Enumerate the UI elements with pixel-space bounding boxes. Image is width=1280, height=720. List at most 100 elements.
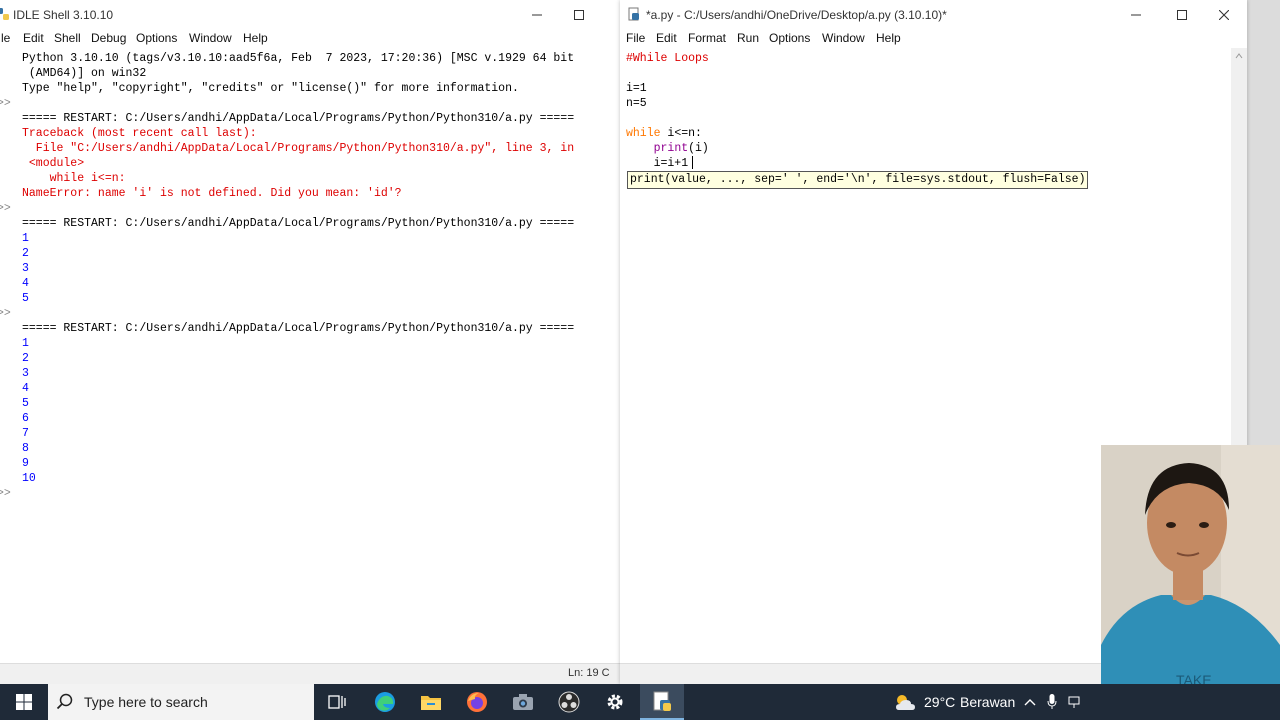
taskbar-app-edge[interactable] xyxy=(366,684,404,720)
taskbar-app-obs[interactable] xyxy=(550,684,588,720)
shell-output-line: 8 xyxy=(22,442,29,455)
shell-line: ===== RESTART: C:/Users/andhi/AppData/Lo… xyxy=(22,112,575,125)
shell-prompt: >> xyxy=(0,307,11,320)
shell-line: Python 3.10.10 (tags/v3.10.10:aad5f6a, F… xyxy=(22,52,575,65)
taskbar-app-settings[interactable] xyxy=(596,684,634,720)
firefox-icon xyxy=(467,692,487,712)
shell-output-line: 5 xyxy=(22,292,29,305)
shell-line: (AMD64)] on win32 xyxy=(22,67,147,80)
shell-prompt: >> xyxy=(0,202,11,215)
chevron-up-icon xyxy=(1024,699,1036,706)
shell-error-line: <module> xyxy=(22,157,85,170)
shell-output-line: 4 xyxy=(22,382,29,395)
taskbar-app-camera[interactable] xyxy=(504,684,542,720)
shell-error-line: File "C:/Users/andhi/AppData/Local/Progr… xyxy=(22,142,575,155)
weather-widget[interactable] xyxy=(890,684,920,720)
editor-menu-run[interactable]: Run xyxy=(737,31,759,45)
shell-menu-edit[interactable]: Edit xyxy=(23,31,44,45)
camera-icon xyxy=(513,694,533,710)
code-token: n=5 xyxy=(626,97,647,110)
shell-line-column: Ln: 19 C xyxy=(568,667,610,679)
code-line: i=1 xyxy=(626,81,647,96)
shell-titlebar[interactable]: IDLE Shell 3.10.10 xyxy=(0,0,620,29)
code-token: #While Loops xyxy=(626,52,709,65)
code-token: i=i+1 xyxy=(626,157,689,170)
obs-icon xyxy=(558,691,580,713)
weather-temperature[interactable]: 29°C xyxy=(924,694,955,710)
windows-taskbar: Type here to search 29°C Berawan xyxy=(0,684,1280,720)
shell-output-line: 9 xyxy=(22,457,29,470)
file-explorer-icon xyxy=(421,696,441,710)
editor-menu-window[interactable]: Window xyxy=(822,31,865,45)
shell-menu-debug[interactable]: Debug xyxy=(91,31,126,45)
taskbar-search-box[interactable]: Type here to search xyxy=(48,684,314,720)
editor-menu-edit[interactable]: Edit xyxy=(656,31,677,45)
editor-menu-help[interactable]: Help xyxy=(876,31,901,45)
idle-shell-window[interactable]: IDLE Shell 3.10.10 le Edit Shell Debug O… xyxy=(0,0,621,684)
network-icon xyxy=(1068,696,1080,708)
scroll-up-icon[interactable] xyxy=(1231,50,1247,62)
editor-menu-format[interactable]: Format xyxy=(688,31,726,45)
settings-icon xyxy=(607,694,623,710)
python-file-icon xyxy=(628,7,639,21)
task-view-button[interactable] xyxy=(318,684,356,720)
code-token: while xyxy=(626,127,661,140)
shell-output-line: 3 xyxy=(22,262,29,275)
taskbar-app-explorer[interactable] xyxy=(412,684,450,720)
webcam-overlay: TAKE xyxy=(1101,445,1280,720)
shell-output-line: 7 xyxy=(22,427,29,440)
shell-menu-window[interactable]: Window xyxy=(189,31,232,45)
shell-output-line: 2 xyxy=(22,352,29,365)
editor-menubar: File Edit Format Run Options Window Help xyxy=(620,29,1247,48)
shell-line: ===== RESTART: C:/Users/andhi/AppData/Lo… xyxy=(22,217,575,230)
microphone-indicator[interactable] xyxy=(1042,684,1062,720)
editor-minimize-button[interactable] xyxy=(1113,0,1159,29)
editor-menu-file[interactable]: File xyxy=(626,31,645,45)
show-hidden-icons-button[interactable] xyxy=(1020,684,1040,720)
start-button[interactable] xyxy=(0,684,48,720)
shell-error-line: while i<=n: xyxy=(22,172,126,185)
editor-close-button[interactable] xyxy=(1201,0,1247,29)
network-indicator[interactable] xyxy=(1064,684,1084,720)
calltip-tooltip: print(value, ..., sep=' ', end='\n', fil… xyxy=(627,171,1089,189)
search-placeholder: Type here to search xyxy=(84,694,208,710)
shell-menu-help[interactable]: Help xyxy=(243,31,268,45)
shell-error-line: NameError: name 'i' is not defined. Did … xyxy=(22,187,402,200)
editor-titlebar[interactable]: *a.py - C:/Users/andhi/OneDrive/Desktop/… xyxy=(620,0,1247,29)
shell-output-line: 2 xyxy=(22,247,29,260)
shell-output-line: 5 xyxy=(22,397,29,410)
shell-output-line: 10 xyxy=(22,472,36,485)
idle-icon xyxy=(653,691,671,711)
maximize-icon xyxy=(574,9,584,20)
weather-description[interactable]: Berawan xyxy=(960,694,1015,710)
windows-logo-icon xyxy=(16,694,32,710)
code-token: i<=n: xyxy=(660,127,702,140)
editor-maximize-button[interactable] xyxy=(1159,0,1205,29)
shell-menu-shell[interactable]: Shell xyxy=(54,31,81,45)
shell-menu-file[interactable]: le xyxy=(1,31,10,45)
shell-output-area[interactable]: Python 3.10.10 (tags/v3.10.10:aad5f6a, F… xyxy=(0,48,620,664)
code-token: i=1 xyxy=(626,82,647,95)
shell-maximize-button[interactable] xyxy=(556,0,602,29)
shell-output-line: 1 xyxy=(22,232,29,245)
shell-output-line: 4 xyxy=(22,277,29,290)
microphone-icon xyxy=(1047,694,1057,709)
minimize-icon xyxy=(1131,14,1141,15)
shell-output-line: 6 xyxy=(22,412,29,425)
python-idle-icon xyxy=(0,8,9,20)
edge-icon xyxy=(375,692,395,712)
search-icon xyxy=(56,693,73,710)
shell-prompt: >> xyxy=(0,97,11,110)
taskbar-app-idle[interactable] xyxy=(640,684,684,720)
shell-menu-options[interactable]: Options xyxy=(136,31,177,45)
partly-cloudy-icon xyxy=(896,695,915,710)
close-icon xyxy=(1219,9,1229,20)
taskbar-app-firefox[interactable] xyxy=(458,684,496,720)
text-cursor xyxy=(692,156,693,169)
code-line: print(i) xyxy=(626,141,709,156)
task-view-icon xyxy=(328,695,346,709)
editor-menu-options[interactable]: Options xyxy=(769,31,810,45)
shell-minimize-button[interactable] xyxy=(514,0,560,29)
shell-title: IDLE Shell 3.10.10 xyxy=(13,8,114,22)
